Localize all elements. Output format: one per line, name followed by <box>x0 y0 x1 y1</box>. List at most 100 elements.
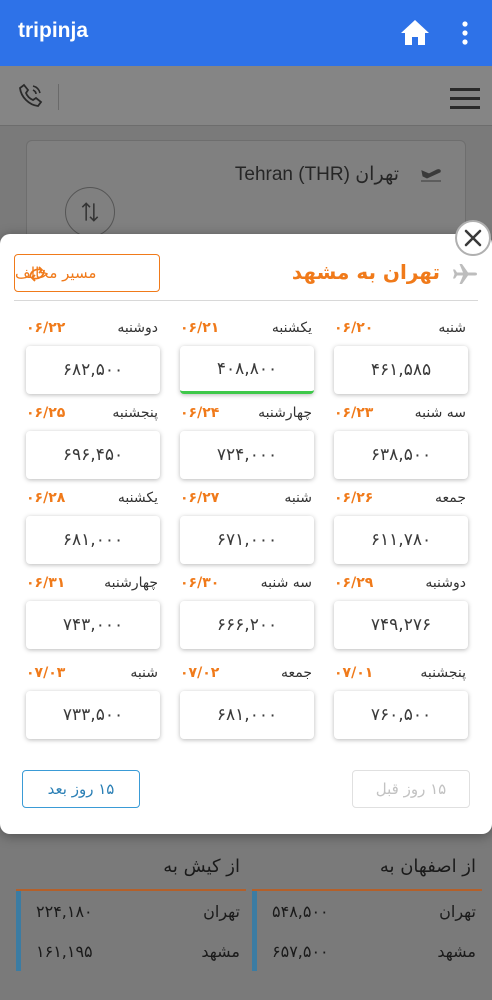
airplane-icon <box>453 264 477 284</box>
day-name: پنجشنبه <box>420 665 466 681</box>
row-price: ۶۵۷,۵۰۰ <box>272 941 329 961</box>
day-date: ۰۶/۲۶ <box>334 490 374 506</box>
day-name: سه شنبه <box>260 575 312 591</box>
day-cell[interactable]: چهارشنبه ۰۶/۳۱ ۷۴۳,۰۰۰ <box>26 575 160 649</box>
day-date: ۰۶/۳۱ <box>26 575 66 591</box>
close-icon <box>464 229 482 247</box>
day-name: دوشنبه <box>425 575 466 591</box>
row-city: تهران <box>439 901 476 921</box>
day-cell[interactable]: جمعه ۰۶/۲۶ ۶۱۱,۷۸۰ <box>334 490 468 564</box>
day-name: چهارشنبه <box>104 575 158 591</box>
destinations-kish: از کیش به ۲۲۴,۱۸۰ تهران ۱۶۱,۱۹۵ مشهد <box>16 846 246 971</box>
day-cell[interactable]: شنبه ۰۷/۰۳ ۷۳۳,۵۰۰ <box>26 665 160 739</box>
day-name: شنبه <box>438 320 466 336</box>
day-price-button[interactable]: ۶۸۲,۵۰۰ <box>26 346 160 394</box>
day-name: شنبه <box>130 665 158 681</box>
day-name: جمعه <box>434 490 466 506</box>
day-price-button[interactable]: ۶۹۶,۴۵۰ <box>26 431 160 479</box>
destinations-title: از اصفهان به <box>252 846 482 891</box>
list-item[interactable]: ۲۲۴,۱۸۰ تهران <box>16 891 246 931</box>
day-name: شنبه <box>284 490 312 506</box>
day-cell[interactable]: سه شنبه ۰۶/۳۰ ۶۶۶,۲۰۰ <box>180 575 314 649</box>
destinations-title: از کیش به <box>16 846 246 891</box>
day-date: ۰۶/۳۰ <box>180 575 220 591</box>
day-name: چهارشنبه <box>258 405 312 421</box>
list-item[interactable]: ۶۵۷,۵۰۰ مشهد <box>252 931 482 971</box>
day-cell[interactable]: جمعه ۰۷/۰۲ ۶۸۱,۰۰۰ <box>180 665 314 739</box>
day-name: جمعه <box>280 665 312 681</box>
day-date: ۰۶/۲۸ <box>26 490 66 506</box>
next-15-days-button[interactable]: ۱۵ روز بعد <box>22 770 140 808</box>
day-date: ۰۶/۲۵ <box>26 405 66 421</box>
day-date: ۰۶/۲۹ <box>334 575 374 591</box>
route-title: تهران به مشهد <box>291 260 440 284</box>
day-price-button[interactable]: ۶۱۱,۷۸۰ <box>334 516 468 564</box>
day-date: ۰۷/۰۳ <box>26 665 66 681</box>
list-item[interactable]: ۵۴۸,۵۰۰ تهران <box>252 891 482 931</box>
reverse-route-icon <box>29 266 45 282</box>
divider <box>14 300 478 301</box>
day-price-button[interactable]: ۷۶۰,۵۰۰ <box>334 691 468 739</box>
row-city: مشهد <box>437 941 476 961</box>
day-price-button[interactable]: ۷۳۳,۵۰۰ <box>26 691 160 739</box>
row-price: ۱۶۱,۱۹۵ <box>36 941 93 961</box>
row-accent <box>252 931 257 971</box>
home-icon[interactable] <box>400 18 430 46</box>
day-price-button[interactable]: ۷۴۹,۲۷۶ <box>334 601 468 649</box>
day-cell[interactable]: دوشنبه ۰۶/۲۲ ۶۸۲,۵۰۰ <box>26 320 160 394</box>
takeoff-icon <box>421 169 441 182</box>
day-price-button[interactable]: ۶۸۱,۰۰۰ <box>180 691 314 739</box>
row-price: ۵۴۸,۵۰۰ <box>272 901 329 921</box>
toolbar <box>0 66 492 126</box>
day-name: یکشنبه <box>117 490 158 506</box>
row-accent <box>252 891 257 931</box>
day-date: ۰۶/۲۰ <box>334 320 374 336</box>
day-cell[interactable]: دوشنبه ۰۶/۲۹ ۷۴۹,۲۷۶ <box>334 575 468 649</box>
day-cell[interactable]: یکشنبه ۰۶/۲۸ ۶۸۱,۰۰۰ <box>26 490 160 564</box>
day-date: ۰۶/۲۳ <box>334 405 374 421</box>
list-item[interactable]: ۱۶۱,۱۹۵ مشهد <box>16 931 246 971</box>
phone-icon[interactable] <box>18 82 44 108</box>
row-price: ۲۲۴,۱۸۰ <box>36 901 93 921</box>
reverse-route-button[interactable]: مسیر مخالف <box>14 254 160 292</box>
day-name: پنجشنبه <box>112 405 158 421</box>
day-price-button[interactable]: ۶۸۱,۰۰۰ <box>26 516 160 564</box>
row-accent <box>16 931 21 971</box>
toolbar-divider <box>58 84 59 110</box>
day-price-button[interactable]: ۶۷۱,۰۰۰ <box>180 516 314 564</box>
day-date: ۰۶/۲۲ <box>26 320 66 336</box>
day-date: ۰۶/۲۷ <box>180 490 220 506</box>
day-date: ۰۶/۲۴ <box>180 405 220 421</box>
day-cell[interactable]: چهارشنبه ۰۶/۲۴ ۷۲۴,۰۰۰ <box>180 405 314 479</box>
prev-15-days-button[interactable]: ۱۵ روز قبل <box>352 770 470 808</box>
day-cell[interactable]: شنبه ۰۶/۲۰ ۴۶۱,۵۸۵ <box>334 320 468 394</box>
day-name: سه شنبه <box>414 405 466 421</box>
day-price-button[interactable]: ۶۶۶,۲۰۰ <box>180 601 314 649</box>
day-name: یکشنبه <box>271 320 312 336</box>
day-price-button[interactable]: ۴۶۱,۵۸۵ <box>334 346 468 394</box>
day-name: دوشنبه <box>117 320 158 336</box>
close-modal-button[interactable] <box>455 220 491 256</box>
day-price-button[interactable]: ۷۴۳,۰۰۰ <box>26 601 160 649</box>
day-date: ۰۶/۲۱ <box>180 320 220 336</box>
day-cell[interactable]: سه شنبه ۰۶/۲۳ ۶۳۸,۵۰۰ <box>334 405 468 479</box>
day-price-button[interactable]: ۷۲۴,۰۰۰ <box>180 431 314 479</box>
day-cell[interactable]: پنجشنبه ۰۷/۰۱ ۷۶۰,۵۰۰ <box>334 665 468 739</box>
swap-route-icon[interactable] <box>65 187 115 237</box>
origin-field[interactable]: تهران (Tehran (THR <box>235 163 399 186</box>
day-price-button[interactable]: ۶۳۸,۵۰۰ <box>334 431 468 479</box>
row-city: مشهد <box>201 941 240 961</box>
row-accent <box>16 891 21 931</box>
destinations-isfahan: از اصفهان به ۵۴۸,۵۰۰ تهران ۶۵۷,۵۰۰ مشهد <box>252 846 482 971</box>
row-city: تهران <box>203 901 240 921</box>
hamburger-menu-icon[interactable] <box>450 86 480 110</box>
day-date: ۰۷/۰۲ <box>180 665 220 681</box>
day-cell[interactable]: پنجشنبه ۰۶/۲۵ ۶۹۶,۴۵۰ <box>26 405 160 479</box>
more-menu-icon[interactable] <box>454 20 476 46</box>
day-date: ۰۷/۰۱ <box>334 665 374 681</box>
day-price-button-selected[interactable]: ۴۰۸,۸۰۰ <box>180 346 314 394</box>
app-bar: tripinja <box>0 0 492 66</box>
day-cell[interactable]: یکشنبه ۰۶/۲۱ ۴۰۸,۸۰۰ <box>180 320 314 394</box>
app-brand: tripinja <box>18 19 89 42</box>
day-cell[interactable]: شنبه ۰۶/۲۷ ۶۷۱,۰۰۰ <box>180 490 314 564</box>
